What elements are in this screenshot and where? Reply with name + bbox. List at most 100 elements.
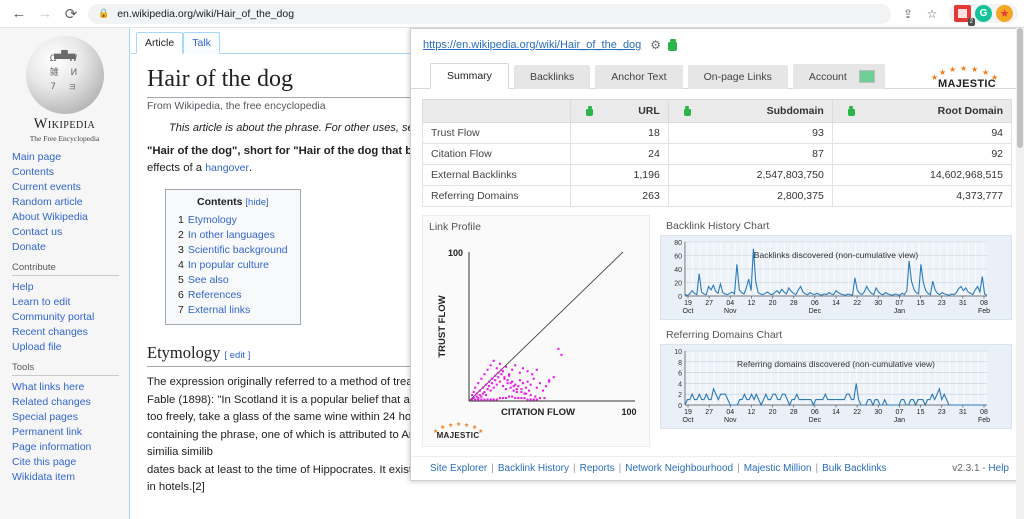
sidebar-link-what-links-here[interactable]: What links here <box>12 381 84 393</box>
toc-item[interactable]: 3 Scientific background <box>178 242 288 257</box>
toc-item[interactable]: 6 References <box>178 287 288 302</box>
toc-link-in-popular-culture[interactable]: In popular culture <box>188 259 269 271</box>
col-root-domain[interactable]: Root Domain <box>831 99 1013 123</box>
sidebar-item[interactable]: Special pages <box>12 409 129 424</box>
sidebar-item[interactable]: Contents <box>12 164 129 179</box>
paragraph-line-3: too freely, take a glass of the same win… <box>147 411 427 423</box>
toc-link-in-other-languages[interactable]: In other languages <box>188 229 275 241</box>
sidebar-link-random-article[interactable]: Random article <box>12 196 83 208</box>
sidebar-item[interactable]: Upload file <box>12 339 129 354</box>
tab-anchor-text[interactable]: Anchor Text <box>595 65 683 89</box>
sidebar-item[interactable]: Related changes <box>12 394 129 409</box>
sidebar-link-wikidata-item[interactable]: Wikidata item <box>12 471 75 483</box>
sidebar-item[interactable]: Wikidata item <box>12 469 129 484</box>
svg-text:22: 22 <box>853 409 861 416</box>
svg-text:14: 14 <box>832 409 840 416</box>
sidebar-heading-contribute: Contribute <box>12 262 56 273</box>
majestic-extension-icon[interactable]: ★ <box>996 5 1013 22</box>
sidebar-link-cite-this-page[interactable]: Cite this page <box>12 456 76 468</box>
toc-link-scientific-background[interactable]: Scientific background <box>188 244 288 256</box>
reload-icon[interactable]: ⟳ <box>58 1 84 27</box>
toc-item[interactable]: 1 Etymology <box>178 212 288 227</box>
sidebar-item[interactable]: Learn to edit <box>12 294 129 309</box>
footer-link-backlink-history[interactable]: Backlink History <box>498 463 569 474</box>
majestic-extension-panel: https://en.wikipedia.org/wiki/Hair_of_th… <box>410 28 1024 481</box>
sidebar-link-community-portal[interactable]: Community portal <box>12 311 94 323</box>
majestic-mini-logo: ★ ★ ★ ★ ★ ★ ★ MAJESTIC <box>431 422 485 440</box>
majestic-analyzed-url[interactable]: https://en.wikipedia.org/wiki/Hair_of_th… <box>423 39 641 51</box>
svg-text:6: 6 <box>678 371 682 378</box>
toc-item[interactable]: 4 In popular culture <box>178 257 288 272</box>
tab-talk[interactable]: Talk <box>183 32 220 54</box>
forward-icon[interactable]: → <box>32 1 58 27</box>
sidebar-item[interactable]: Contact us <box>12 224 129 239</box>
wikipedia-tagline: The Free Encyclopedia <box>29 134 100 143</box>
toc-item[interactable]: 2 In other languages <box>178 227 288 242</box>
footer-link-bulk-backlinks[interactable]: Bulk Backlinks <box>822 463 886 474</box>
toc-item[interactable]: 5 See also <box>178 272 288 287</box>
sidebar-link-contents[interactable]: Contents <box>12 166 54 178</box>
sidebar-link-special-pages[interactable]: Special pages <box>12 411 78 423</box>
edit-section-link[interactable]: [ edit ] <box>224 350 250 361</box>
svg-text:40: 40 <box>674 267 682 274</box>
sidebar-item[interactable]: Page information <box>12 439 129 454</box>
sidebar-link-main-page[interactable]: Main page <box>12 151 61 163</box>
flow-meter-icon[interactable] <box>668 39 678 51</box>
tab-on-page-links[interactable]: On-page Links <box>687 65 788 89</box>
tab-summary[interactable]: Summary <box>430 63 509 89</box>
sidebar-link-help[interactable]: Help <box>12 281 34 293</box>
sidebar-link-upload-file[interactable]: Upload file <box>12 341 62 353</box>
extension-red-icon[interactable]: 2 <box>954 5 975 26</box>
toc-link-references[interactable]: References <box>188 289 242 301</box>
help-link[interactable]: Help <box>988 463 1009 474</box>
sidebar-item[interactable]: Community portal <box>12 309 129 324</box>
sidebar-link-about-wikipedia[interactable]: About Wikipedia <box>12 211 88 223</box>
footer-link-network-neighbourhood[interactable]: Network Neighbourhood <box>625 463 733 474</box>
sidebar-link-contact-us[interactable]: Contact us <box>12 226 62 238</box>
sidebar-item[interactable]: Main page <box>12 149 129 164</box>
toc-link-see-also[interactable]: See also <box>188 274 229 286</box>
col-url[interactable]: URL <box>570 99 669 123</box>
sidebar-item[interactable]: Donate <box>12 239 129 254</box>
bookmark-star-icon[interactable]: ☆ <box>921 3 943 25</box>
table-header-row: URL Subdomain Root Domain <box>422 99 1013 123</box>
scrollbar-thumb[interactable] <box>1017 28 1023 148</box>
sidebar-item[interactable]: Current events <box>12 179 129 194</box>
footer-link-reports[interactable]: Reports <box>580 463 615 474</box>
svg-text:23: 23 <box>938 409 946 416</box>
link-profile-panel: Link Profile 100 100 TRUST FLOW CITATION FL… <box>422 215 650 447</box>
sidebar-link-permanent-link[interactable]: Permanent link <box>12 426 82 438</box>
sidebar-link-recent-changes[interactable]: Recent changes <box>12 326 88 338</box>
sidebar-item[interactable]: What links here <box>12 379 129 394</box>
sidebar-item[interactable]: Random article <box>12 194 129 209</box>
tab-backlinks[interactable]: Backlinks <box>513 65 591 89</box>
sidebar-item[interactable]: Cite this page <box>12 454 129 469</box>
address-bar[interactable]: 🔒 en.wikipedia.org/wiki/Hair_of_the_dog <box>88 3 891 24</box>
sidebar-item[interactable]: Permanent link <box>12 424 129 439</box>
sidebar-item[interactable]: About Wikipedia <box>12 209 129 224</box>
toc-link-etymology[interactable]: Etymology <box>188 214 237 226</box>
wikipedia-logo[interactable]: Wikipedia The Free Encyclopedia <box>0 34 129 149</box>
tab-account[interactable]: Account <box>792 64 885 89</box>
page-scrollbar[interactable] <box>1016 28 1024 519</box>
toc-hide-link[interactable]: [hide] <box>245 197 268 208</box>
link-hangover[interactable]: hangover <box>205 162 249 174</box>
toc-item[interactable]: 7 External links <box>178 302 288 317</box>
col-root-domain-label: Root Domain <box>937 105 1003 117</box>
col-subdomain[interactable]: Subdomain <box>667 99 833 123</box>
footer-link-site-explorer[interactable]: Site Explorer <box>430 463 487 474</box>
share-icon[interactable]: ⇪ <box>897 3 919 25</box>
grammarly-icon[interactable]: G <box>975 5 992 22</box>
sidebar-item[interactable]: Recent changes <box>12 324 129 339</box>
back-icon[interactable]: ← <box>6 1 32 27</box>
sidebar-item[interactable]: Help <box>12 279 129 294</box>
sidebar-link-page-information[interactable]: Page information <box>12 441 91 453</box>
gear-icon[interactable]: ⚙ <box>650 38 661 52</box>
sidebar-link-donate[interactable]: Donate <box>12 241 46 253</box>
sidebar-link-learn-to-edit[interactable]: Learn to edit <box>12 296 70 308</box>
sidebar-link-current-events[interactable]: Current events <box>12 181 81 193</box>
sidebar-link-related-changes[interactable]: Related changes <box>12 396 91 408</box>
tab-article[interactable]: Article <box>136 32 184 54</box>
toc-link-external-links[interactable]: External links <box>188 304 250 316</box>
footer-link-majestic-million[interactable]: Majestic Million <box>744 463 812 474</box>
